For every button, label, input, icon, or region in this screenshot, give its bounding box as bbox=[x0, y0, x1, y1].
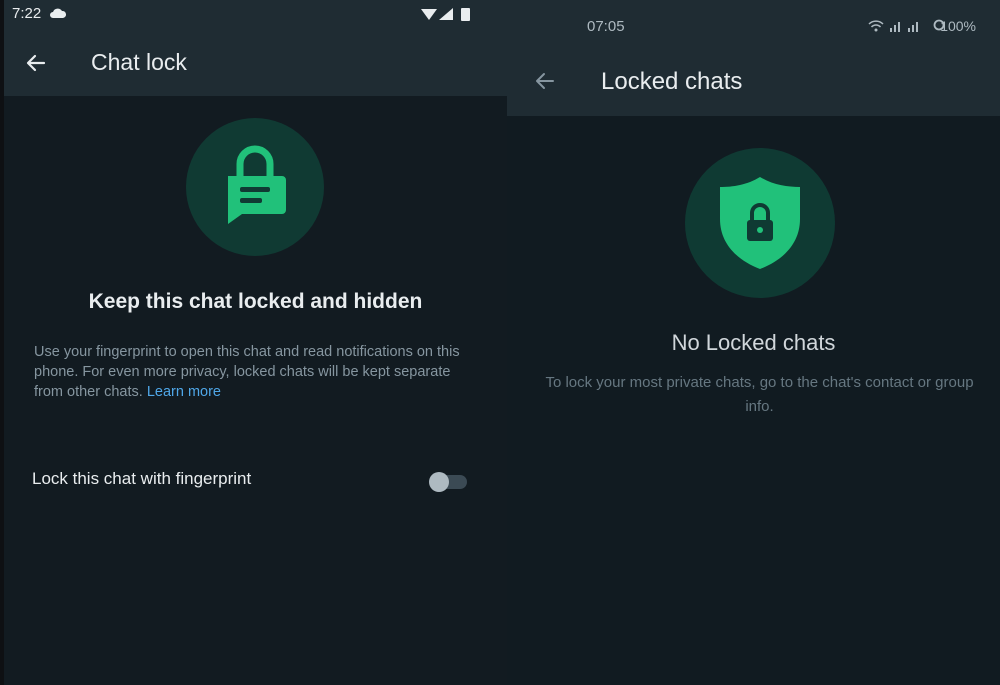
lock-heading: Keep this chat locked and hidden bbox=[88, 290, 423, 313]
empty-state-heading: No Locked chats bbox=[671, 330, 836, 355]
chat-lock-screen: 7:22 Chat lock Keep this chat locked and… bbox=[4, 0, 507, 685]
description-text: Use your fingerprint to open this chat a… bbox=[34, 344, 460, 400]
shield-illustration bbox=[685, 148, 835, 298]
chat-lock-illustration bbox=[186, 118, 324, 256]
status-time: 07:05 bbox=[587, 18, 625, 35]
back-arrow-icon[interactable] bbox=[533, 69, 557, 93]
app-bar: Chat lock bbox=[4, 30, 507, 96]
cloud-icon bbox=[50, 8, 66, 18]
wifi-icon bbox=[421, 9, 437, 20]
battery-icon bbox=[461, 8, 470, 21]
lock-description: Use your fingerprint to open this chat a… bbox=[34, 342, 479, 402]
status-bar: 7:22 bbox=[4, 0, 507, 30]
network-status-icons bbox=[868, 20, 918, 32]
back-arrow-icon[interactable] bbox=[24, 51, 48, 75]
system-status-icons bbox=[421, 8, 470, 21]
battery-percent: 100% bbox=[940, 18, 976, 34]
page-title: Chat lock bbox=[91, 49, 187, 75]
status-time: 7:22 bbox=[12, 5, 42, 22]
app-bar: Locked chats bbox=[507, 52, 1000, 116]
status-bar: 07:05 100% bbox=[507, 0, 1000, 52]
empty-state-description: To lock your most private chats, go to t… bbox=[545, 374, 974, 415]
shield-lock-icon bbox=[720, 177, 800, 269]
signal-icon bbox=[439, 8, 453, 20]
fingerprint-lock-toggle[interactable] bbox=[429, 471, 467, 492]
setting-label: Lock this chat with fingerprint bbox=[32, 469, 252, 488]
page-title: Locked chats bbox=[601, 68, 743, 95]
locked-chats-screen: 07:05 100% Locked chats No Locked chats … bbox=[507, 0, 1000, 685]
toggle-knob bbox=[429, 472, 449, 492]
chat-lock-icon bbox=[228, 145, 286, 224]
wifi-icon bbox=[868, 20, 884, 28]
learn-more-link[interactable]: Learn more bbox=[147, 384, 221, 400]
fingerprint-lock-setting[interactable]: Lock this chat with fingerprint bbox=[4, 455, 507, 505]
